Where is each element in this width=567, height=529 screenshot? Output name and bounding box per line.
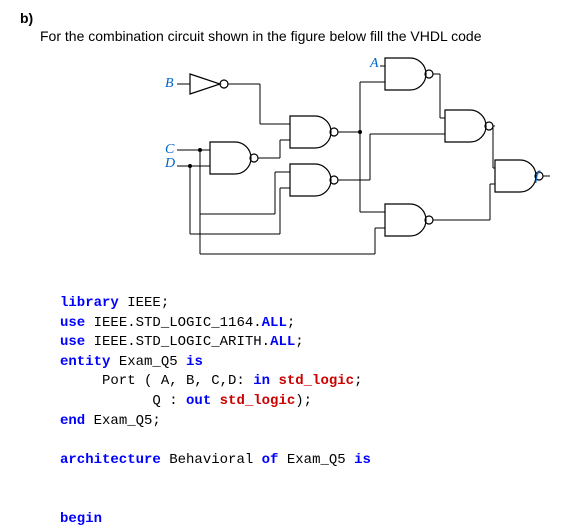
nand-gate-icon [385, 204, 433, 236]
nand-gate-icon [385, 58, 433, 90]
code-line: begin [60, 510, 547, 529]
code-line: entity Exam_Q5 is [60, 353, 547, 373]
circuit-diagram: B A C D f [50, 54, 517, 284]
nand-gate-icon [445, 110, 493, 142]
code-line [60, 431, 547, 451]
code-line: library IEEE; [60, 294, 547, 314]
code-line: architecture Behavioral of Exam_Q5 is [60, 451, 547, 471]
code-line: Q : out std_logic); [60, 392, 547, 412]
not-gate-icon [190, 74, 228, 94]
code-line: use IEEE.STD_LOGIC_1164.ALL; [60, 314, 547, 334]
question-text: For the combination circuit shown in the… [40, 28, 547, 44]
code-line [60, 470, 547, 490]
question-label: b) [20, 10, 547, 26]
input-label-a: A [370, 56, 379, 72]
logic-circuit-svg [50, 54, 550, 284]
code-line: end Exam_Q5; [60, 412, 547, 432]
nand-gate-icon [290, 116, 338, 148]
code-line: Port ( A, B, C,D: in std_logic; [60, 372, 547, 392]
nand-gate-icon [210, 142, 258, 174]
code-line [60, 490, 547, 510]
input-label-b: B [165, 76, 174, 92]
input-label-d: D [165, 156, 175, 172]
output-label-f: f [535, 169, 539, 185]
nand-gate-icon [290, 164, 338, 196]
vhdl-code-block: library IEEE; use IEEE.STD_LOGIC_1164.AL… [60, 294, 547, 529]
code-line: use IEEE.STD_LOGIC_ARITH.ALL; [60, 333, 547, 353]
